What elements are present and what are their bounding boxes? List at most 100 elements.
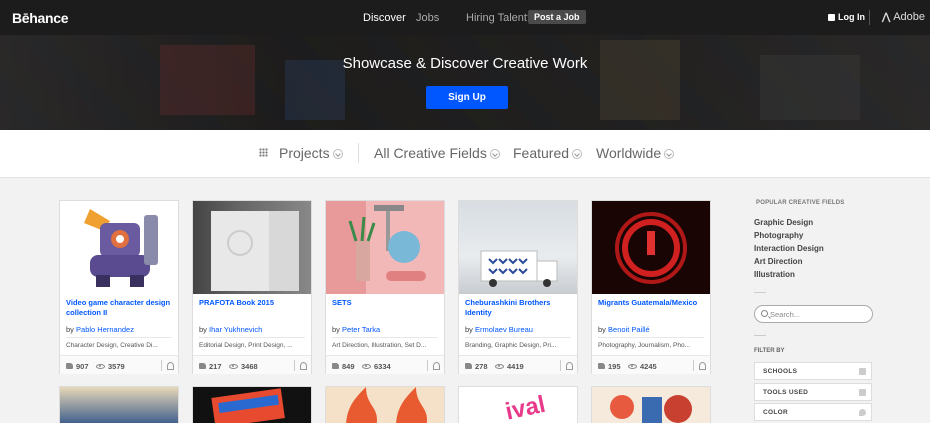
card-divider [66,337,172,338]
project-owner: by Ihar Yukhnevich [199,325,262,334]
footer-divider [161,360,162,371]
views-value: 3468 [241,362,258,371]
owner-link[interactable]: Ihar Yukhnevich [209,325,262,334]
sets-illustration [326,201,426,294]
thumbs-up-icon [66,363,73,369]
top-navigation-bar: Bēhance Discover Jobs Hiring Talent? Pos… [0,0,930,35]
svg-text:ival: ival [503,391,548,423]
appreciations-value: 217 [209,362,222,371]
project-card-partial[interactable] [59,386,179,423]
project-thumbnail[interactable] [60,201,178,294]
creative-fields-dropdown[interactable]: All Creative Fields [374,145,500,161]
by-label: by [199,325,207,334]
project-card[interactable]: Migrants Guatemala/Mexico by Benoit Pail… [591,200,711,374]
project-card-partial[interactable] [325,386,445,423]
nav-discover[interactable]: Discover [363,12,406,24]
droplet-icon [859,409,866,416]
owner-link[interactable]: Peter Tarka [342,325,380,334]
collection-icon[interactable] [566,362,573,370]
project-thumbnail[interactable] [193,201,311,294]
project-title[interactable]: PRAFOTA Book 2015 [199,298,309,308]
collection-icon[interactable] [699,362,706,370]
views-value: 3579 [108,362,125,371]
project-card-partial[interactable] [591,386,711,423]
flame-illustration [346,387,428,423]
hero-background-tile [600,40,680,120]
project-card-partial[interactable] [192,386,312,423]
search-icon [761,310,768,317]
project-thumbnail[interactable] [326,201,444,294]
card-divider [199,337,305,338]
project-title[interactable]: SETS [332,298,442,308]
owner-link[interactable]: Benoit Paillé [608,325,650,334]
project-thumbnail[interactable] [459,201,577,294]
project-card[interactable]: PRAFOTA Book 2015 by Ihar Yukhnevich Edi… [192,200,312,374]
project-card[interactable]: Video game character design collection I… [59,200,179,374]
card-divider [598,337,704,338]
search-input[interactable] [770,308,865,320]
projects-label: Projects [279,145,330,161]
popular-fields-heading: POPULAR CREATIVE FIELDS [756,200,845,206]
popular-field-link[interactable]: Photography [754,231,803,240]
festival-typography: ival [503,391,548,423]
collection-icon[interactable] [300,362,307,370]
project-card[interactable]: SETS by Peter Tarka Art Direction, Illus… [325,200,445,374]
card-footer: 278 4419 [459,355,577,374]
owner-link[interactable]: Ermolaev Bureau [475,325,533,334]
views-count: 3468 [229,362,258,371]
popular-field-link[interactable]: Art Direction [754,257,802,266]
owner-link[interactable]: Pablo Hernandez [76,325,134,334]
featured-dropdown[interactable]: Featured [513,145,583,161]
project-card[interactable]: Cheburashkini Brothers Identity by Ermol… [458,200,578,374]
project-title[interactable]: Migrants Guatemala/Mexico [598,298,708,308]
filter-by-heading: FILTER BY [754,348,785,354]
filter-separator [358,143,359,163]
views-value: 6334 [374,362,391,371]
project-thumbnail[interactable] [592,201,710,294]
featured-label: Featured [513,145,570,161]
eye-icon [495,364,504,369]
hero-title: Showcase & Discover Creative Work [342,55,588,72]
worldwide-dropdown[interactable]: Worldwide [596,145,675,161]
post-job-button[interactable]: Post a Job [528,10,586,24]
sign-up-button[interactable]: Sign Up [426,86,508,109]
login-link[interactable]: Log In [828,12,865,22]
project-title[interactable]: Cheburashkini Brothers Identity [465,298,575,318]
project-owner: by Peter Tarka [332,325,380,334]
projects-dropdown[interactable]: Projects [279,145,343,161]
character-illustration [84,209,158,287]
appreciations-value: 278 [475,362,488,371]
project-owner: by Benoit Paillé [598,325,650,334]
sidebar-divider [754,292,766,293]
project-title[interactable]: Video game character design collection I… [66,298,176,318]
card-divider [465,337,571,338]
project-fields: Art Direction, Illustration, Set D... [332,342,427,349]
project-fields: Editorial Design, Print Design, ... [199,342,293,349]
card-footer: 195 4245 [592,355,710,374]
adobe-link[interactable]: ⋀ Adobe [882,11,925,23]
behance-logo[interactable]: Bēhance [12,10,69,26]
collection-icon[interactable] [167,362,174,370]
popular-field-link[interactable]: Illustration [754,270,795,279]
search-box[interactable] [754,305,873,323]
project-owner: by Ermolaev Bureau [465,325,533,334]
filter-schools[interactable]: SCHOOLS [754,362,872,380]
appreciations-count: 195 [598,362,621,371]
nav-hiring-talent[interactable]: Hiring Talent? [466,12,533,24]
characters-illustration [610,395,692,423]
filter-color[interactable]: COLOR [754,403,872,421]
eye-icon [96,364,105,369]
filter-tools-used[interactable]: TOOLS USED [754,383,872,401]
by-label: by [66,325,74,334]
collection-icon[interactable] [433,362,440,370]
thumbs-up-icon [332,363,339,369]
filter-tools-label: TOOLS USED [763,389,809,396]
filter-color-label: COLOR [763,409,788,416]
thumbs-up-icon [465,363,472,369]
popular-field-link[interactable]: Graphic Design [754,218,813,227]
popular-field-link[interactable]: Interaction Design [754,244,824,253]
project-card-partial[interactable]: ival [458,386,578,423]
nav-jobs[interactable]: Jobs [416,12,439,24]
footer-divider [693,360,694,371]
project-owner: by Pablo Hernandez [66,325,134,334]
